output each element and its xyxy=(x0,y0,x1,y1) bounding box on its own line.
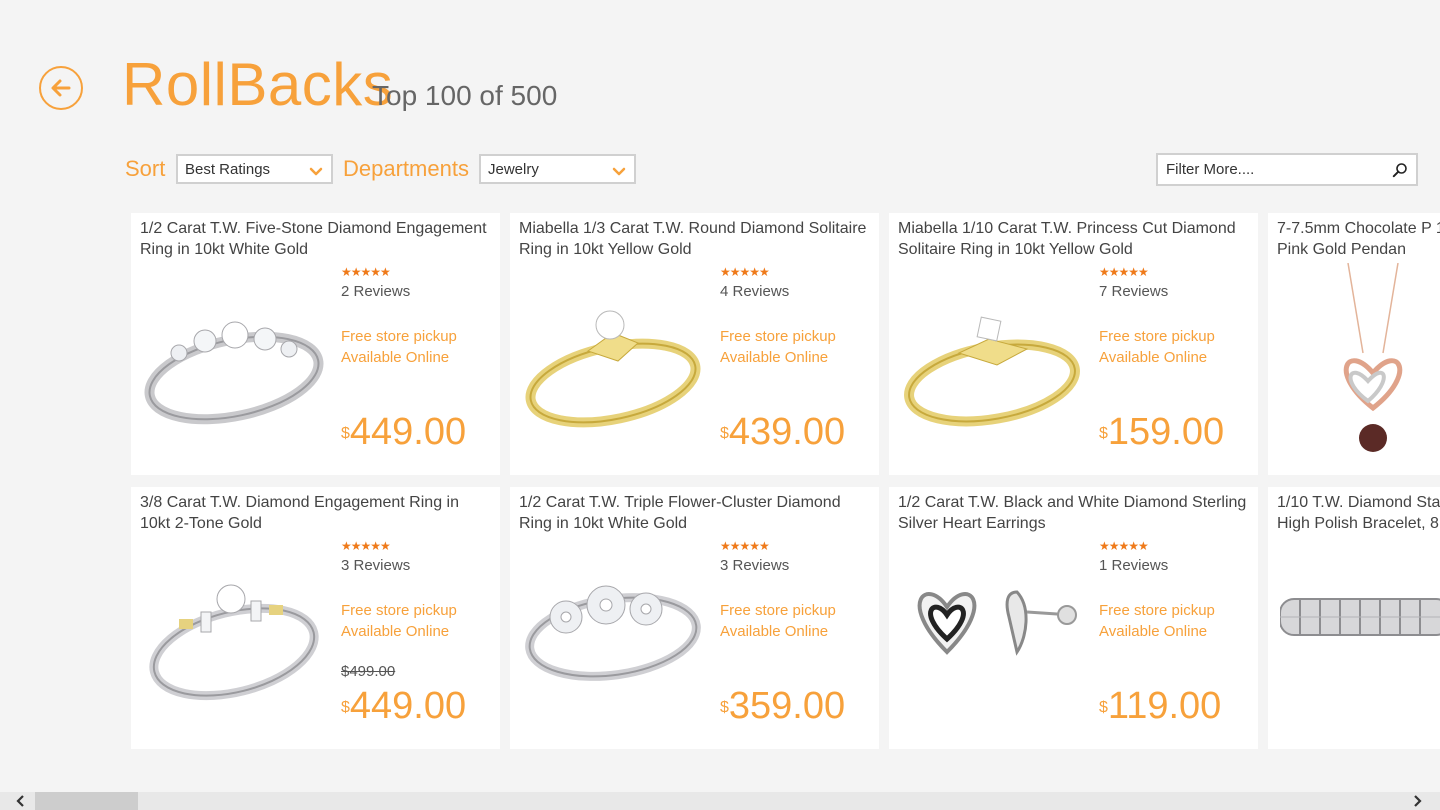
rating-stars: ★★★★★ xyxy=(720,265,770,279)
review-count: 4 Reviews xyxy=(720,283,790,300)
price: $449.00 xyxy=(341,685,466,727)
pickup-text: Free store pickup xyxy=(720,602,836,619)
product-name: 1/10 T.W. Diamond Sta High Polish Bracel… xyxy=(1277,494,1440,532)
availability-text: Available Online xyxy=(720,623,829,640)
price-value: 439.00 xyxy=(728,411,846,453)
departments-value: Jewelry xyxy=(488,160,539,178)
product-name: 1/2 Carat T.W. Triple Flower-Cluster Dia… xyxy=(519,494,841,532)
product-card[interactable]: 1/2 Carat T.W. Five-Stone Diamond Engage… xyxy=(131,213,500,475)
price-value: 359.00 xyxy=(728,685,846,727)
product-name: Miabella 1/3 Carat T.W. Round Diamond So… xyxy=(519,220,867,258)
heart-pendant-necklace-image xyxy=(1343,263,1403,452)
link-bracelet-image xyxy=(1280,598,1440,636)
chevron-down-icon xyxy=(309,167,323,176)
pickup-text: Free store pickup xyxy=(1099,602,1215,619)
product-card[interactable]: Miabella 1/10 Carat T.W. Princess Cut Di… xyxy=(889,213,1258,475)
price-value: 119.00 xyxy=(1107,685,1222,727)
back-button[interactable] xyxy=(39,66,83,110)
product-card[interactable]: 1/2 Carat T.W. Black and White Diamond S… xyxy=(889,487,1258,749)
price: $449.00 xyxy=(341,411,466,453)
product-grid: 1/2 Carat T.W. Five-Stone Diamond Engage… xyxy=(131,213,1440,750)
product-name: 3/8 Carat T.W. Diamond Engagement Ring i… xyxy=(140,494,459,532)
product-card[interactable]: 1/10 T.W. Diamond Sta High Polish Bracel… xyxy=(1268,487,1440,749)
price: $159.00 xyxy=(1099,411,1224,453)
currency-symbol: $ xyxy=(341,425,350,442)
availability-text: Available Online xyxy=(1099,349,1208,366)
scroll-left-icon[interactable] xyxy=(14,794,28,808)
review-count: 1 Reviews xyxy=(1099,557,1169,574)
heart-earrings-image xyxy=(917,590,1077,656)
currency-symbol: $ xyxy=(1099,699,1108,716)
product-card[interactable]: 7-7.5mm Chocolate P 10kt Pink Gold Penda… xyxy=(1268,213,1440,475)
pickup-text: Free store pickup xyxy=(341,328,457,345)
yellow-gold-princess-ring-image xyxy=(904,316,1080,427)
sort-dropdown[interactable]: Best Ratings xyxy=(176,154,333,184)
product-name: 7-7.5mm Chocolate P 10kt Pink Gold Penda… xyxy=(1277,220,1440,258)
scroll-right-icon[interactable] xyxy=(1410,794,1424,808)
price-value: 449.00 xyxy=(349,411,467,453)
product-name: 1/2 Carat T.W. Five-Stone Diamond Engage… xyxy=(140,220,487,258)
rating-stars: ★★★★★ xyxy=(341,539,391,553)
availability-text: Available Online xyxy=(341,623,450,640)
page-subtitle: Top 100 of 500 xyxy=(372,80,558,111)
currency-symbol: $ xyxy=(720,425,729,442)
filter-box xyxy=(1156,153,1418,186)
currency-symbol: $ xyxy=(1099,425,1108,442)
filter-input[interactable] xyxy=(1158,160,1388,179)
review-count: 2 Reviews xyxy=(341,283,411,300)
sort-value: Best Ratings xyxy=(185,160,271,178)
pickup-text: Free store pickup xyxy=(1099,328,1215,345)
rating-stars: ★★★★★ xyxy=(341,265,391,279)
yellow-gold-solitaire-ring-image xyxy=(525,310,701,428)
price: $119.00 xyxy=(1099,685,1221,727)
scroll-thumb[interactable] xyxy=(35,792,138,810)
currency-symbol: $ xyxy=(720,699,729,716)
chevron-down-icon xyxy=(612,167,626,176)
page-title: RollBacks xyxy=(122,51,394,118)
horizontal-scrollbar[interactable] xyxy=(0,792,1440,810)
review-count: 3 Reviews xyxy=(720,557,790,574)
rating-stars: ★★★★★ xyxy=(720,539,770,553)
pickup-text: Free store pickup xyxy=(720,328,836,345)
product-card[interactable]: 3/8 Carat T.W. Diamond Engagement Ring i… xyxy=(131,487,500,749)
white-gold-five-stone-ring-image xyxy=(144,321,324,425)
product-name: 1/2 Carat T.W. Black and White Diamond S… xyxy=(898,494,1247,532)
departments-label: Departments xyxy=(343,156,469,181)
availability-text: Available Online xyxy=(341,349,450,366)
review-count: 7 Reviews xyxy=(1099,283,1169,300)
price-value: 159.00 xyxy=(1107,411,1225,453)
departments-dropdown[interactable]: Jewelry xyxy=(479,154,636,184)
sort-label: Sort xyxy=(125,156,166,181)
review-count: 3 Reviews xyxy=(341,557,411,574)
product-card[interactable]: Miabella 1/3 Carat T.W. Round Diamond So… xyxy=(510,213,879,475)
pickup-text: Free store pickup xyxy=(341,602,457,619)
product-name: Miabella 1/10 Carat T.W. Princess Cut Di… xyxy=(898,220,1236,258)
price: $439.00 xyxy=(720,411,845,453)
original-price: $499.00 xyxy=(341,663,396,680)
rating-stars: ★★★★★ xyxy=(1099,265,1149,279)
currency-symbol: $ xyxy=(341,699,350,716)
rating-stars: ★★★★★ xyxy=(1099,539,1149,553)
product-card[interactable]: 1/2 Carat T.W. Triple Flower-Cluster Dia… xyxy=(510,487,879,749)
availability-text: Available Online xyxy=(1099,623,1208,640)
back-arrow-icon xyxy=(51,79,71,97)
two-tone-engagement-ring-image xyxy=(149,584,319,701)
flower-cluster-ring-image xyxy=(525,585,701,681)
search-icon[interactable] xyxy=(1392,162,1408,178)
price-value: 449.00 xyxy=(349,685,467,727)
price: $359.00 xyxy=(720,685,845,727)
availability-text: Available Online xyxy=(720,349,829,366)
